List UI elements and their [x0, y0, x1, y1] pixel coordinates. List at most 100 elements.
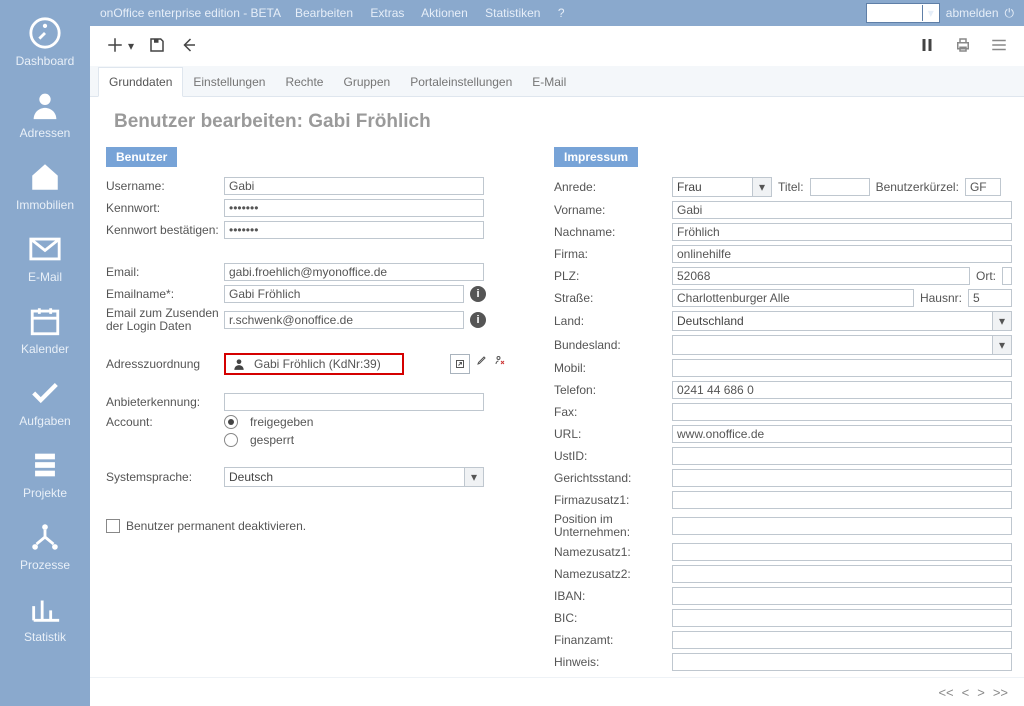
pager-last[interactable]: >>	[993, 685, 1008, 700]
addr-open-button[interactable]	[450, 354, 470, 374]
provider-input[interactable]	[224, 393, 484, 411]
kuerzel-input[interactable]	[965, 178, 1001, 196]
add-button[interactable]	[106, 36, 124, 57]
pager-prev[interactable]: <	[962, 685, 970, 700]
land-select[interactable]: Deutschland▾	[672, 311, 1012, 331]
account-radio-freigegeben[interactable]	[224, 415, 238, 429]
sidebar-item-prozesse[interactable]: Prozesse	[0, 510, 90, 582]
person-icon	[232, 357, 246, 371]
print-button[interactable]	[954, 36, 972, 57]
chevron-down-icon: ▾	[992, 312, 1011, 330]
fax-input[interactable]	[672, 403, 1012, 421]
menu-statistiken[interactable]: Statistiken	[485, 6, 540, 20]
tab-rechte[interactable]: Rechte	[275, 68, 333, 96]
vorname-input[interactable]	[672, 201, 1012, 219]
label-url: URL:	[554, 427, 672, 441]
email-input[interactable]	[224, 263, 484, 281]
address-assignment-box[interactable]: Gabi Fröhlich (KdNr:39)	[224, 353, 404, 375]
addr-remove-button[interactable]	[494, 354, 506, 374]
info-icon[interactable]: i	[470, 312, 486, 328]
bundesland-select[interactable]: ▾	[672, 335, 1012, 355]
logout-link[interactable]: abmelden	[946, 6, 999, 20]
firmazusatz-input[interactable]	[672, 491, 1012, 509]
sidebar-item-projekte[interactable]: Projekte	[0, 438, 90, 510]
sidebar-label: Adressen	[20, 126, 71, 140]
addr-edit-button[interactable]	[476, 354, 488, 374]
username-input[interactable]	[224, 177, 484, 195]
sidebar-item-immobilien[interactable]: Immobilien	[0, 150, 90, 222]
position-input[interactable]	[672, 517, 1012, 535]
page-title: Benutzer bearbeiten: Gabi Fröhlich	[114, 111, 1024, 133]
password2-input[interactable]	[224, 221, 484, 239]
tabs: Grunddaten Einstellungen Rechte Gruppen …	[90, 66, 1024, 97]
back-button[interactable]	[180, 36, 198, 57]
menu-help[interactable]: ?	[558, 6, 565, 20]
ort-input[interactable]	[1002, 267, 1012, 285]
namez2-input[interactable]	[672, 565, 1012, 583]
user-select[interactable]: ▾	[866, 3, 940, 23]
plz-input[interactable]	[672, 267, 970, 285]
namez1-input[interactable]	[672, 543, 1012, 561]
tab-gruppen[interactable]: Gruppen	[333, 68, 400, 96]
chart-icon	[28, 592, 62, 626]
label-password: Kennwort:	[106, 201, 224, 215]
label-titel: Titel:	[778, 180, 804, 194]
label-namez1: Namezusatz1:	[554, 545, 672, 559]
sidebar-item-email[interactable]: E-Mail	[0, 222, 90, 294]
power-icon[interactable]: ⏻	[1005, 6, 1015, 21]
sidebar-item-statistik[interactable]: Statistik	[0, 582, 90, 654]
sidebar-item-dashboard[interactable]: Dashboard	[0, 6, 90, 78]
topbar: onOffice enterprise edition - BETA Bearb…	[90, 0, 1024, 26]
mobil-input[interactable]	[672, 359, 1012, 377]
sidebar-item-adressen[interactable]: Adressen	[0, 78, 90, 150]
menu-aktionen[interactable]: Aktionen	[421, 6, 468, 20]
hinweis-input[interactable]	[672, 653, 1012, 671]
info-icon[interactable]: i	[470, 286, 486, 302]
account-opt-gesperrt: gesperrt	[250, 433, 294, 447]
gericht-input[interactable]	[672, 469, 1012, 487]
bic-input[interactable]	[672, 609, 1012, 627]
url-input[interactable]	[672, 425, 1012, 443]
tab-email[interactable]: E-Mail	[522, 68, 576, 96]
label-telefon: Telefon:	[554, 383, 672, 397]
firma-input[interactable]	[672, 245, 1012, 263]
menu-extras[interactable]: Extras	[370, 6, 404, 20]
sidebar-item-kalender[interactable]: Kalender	[0, 294, 90, 366]
tab-grunddaten[interactable]: Grunddaten	[98, 67, 183, 97]
pager-first[interactable]: <<	[938, 685, 953, 700]
menu-bearbeiten[interactable]: Bearbeiten	[295, 6, 353, 20]
pager: << < > >>	[90, 677, 1024, 706]
label-land: Land:	[554, 314, 672, 328]
sidebar-item-aufgaben[interactable]: Aufgaben	[0, 366, 90, 438]
label-ustid: UstID:	[554, 449, 672, 463]
person-icon	[28, 88, 62, 122]
titel-input[interactable]	[810, 178, 870, 196]
tab-portaleinstellungen[interactable]: Portaleinstellungen	[400, 68, 522, 96]
label-plz: PLZ:	[554, 269, 672, 283]
hausnr-input[interactable]	[968, 289, 1012, 307]
tab-einstellungen[interactable]: Einstellungen	[183, 68, 275, 96]
anrede-select[interactable]: Frau▾	[672, 177, 772, 197]
strasse-input[interactable]	[672, 289, 914, 307]
syslang-select[interactable]: Deutsch▾	[224, 467, 484, 487]
password-input[interactable]	[224, 199, 484, 217]
menu-button[interactable]	[990, 36, 1008, 57]
emailname-input[interactable]	[224, 285, 464, 303]
pager-next[interactable]: >	[977, 685, 985, 700]
ustid-input[interactable]	[672, 447, 1012, 465]
pause-button[interactable]	[918, 36, 936, 57]
deactivate-checkbox[interactable]	[106, 519, 120, 533]
save-button[interactable]	[148, 36, 166, 57]
label-vorname: Vorname:	[554, 203, 672, 217]
syslang-value: Deutsch	[225, 470, 464, 484]
app-brand: onOffice enterprise edition - BETA	[100, 6, 281, 20]
nachname-input[interactable]	[672, 223, 1012, 241]
loginmail-input[interactable]	[224, 311, 464, 329]
stack-icon	[28, 448, 62, 482]
finanzamt-input[interactable]	[672, 631, 1012, 649]
toolbar: ▾	[90, 26, 1024, 66]
telefon-input[interactable]	[672, 381, 1012, 399]
account-radio-gesperrt[interactable]	[224, 433, 238, 447]
add-dropdown-icon[interactable]: ▾	[128, 39, 134, 53]
iban-input[interactable]	[672, 587, 1012, 605]
